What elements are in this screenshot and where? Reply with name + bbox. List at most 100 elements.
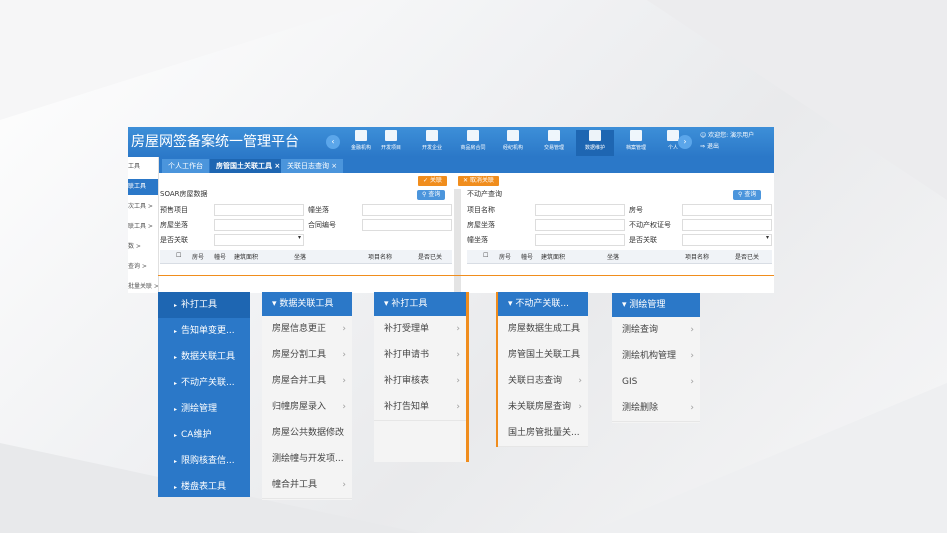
menu-header[interactable]: ▾ 补打工具 <box>374 292 466 316</box>
is-linked-select[interactable]: ▾ <box>682 234 772 246</box>
menu-item-data-link[interactable]: ▸ 数据关联工具 <box>158 344 250 370</box>
chevron-right-icon: › <box>342 376 346 386</box>
cancel-associate-button[interactable]: ✕ 取消关联 <box>458 176 499 186</box>
chevron-right-icon: › <box>578 402 582 412</box>
column-header: 幢号 <box>214 254 227 261</box>
form-row: 幢坐落 是否关联 ▾ <box>467 234 772 247</box>
building-location-input[interactable] <box>535 234 625 246</box>
presale-project-input[interactable] <box>214 204 304 216</box>
tab-workbench[interactable]: 个人工作台 <box>162 159 209 173</box>
menu-item[interactable]: 测绘幢与开发项... <box>262 446 352 473</box>
chevron-down-icon: ▾ <box>297 234 301 241</box>
field-label: 预售项目 <box>160 206 188 214</box>
menu-item[interactable]: 补打受理单 › <box>374 316 466 343</box>
sidebar-item[interactable]: 工具 <box>128 159 158 175</box>
chevron-right-icon: › <box>342 480 346 490</box>
sidebar-item[interactable]: 次工具 > <box>128 199 158 215</box>
form-row: 房屋坐落 合同编号 <box>160 219 452 232</box>
checkbox-icon[interactable]: ☐ <box>176 252 181 259</box>
module-agency[interactable]: 经纪机构 <box>494 130 532 156</box>
building-icon <box>426 130 438 141</box>
module-dev-company[interactable]: 开发企业 <box>413 130 451 156</box>
building-location-input[interactable] <box>362 204 452 216</box>
logout-icon: ⇒ <box>700 143 707 150</box>
close-icon: ✕ <box>463 177 470 184</box>
column-header: 项目名称 <box>685 254 710 261</box>
sidebar: 工具 联工具 次工具 > 联工具 > 数 > 查询 > 批量关联 > <box>128 157 159 293</box>
tab-link-log[interactable]: 关联日志查询 × <box>281 159 344 173</box>
welcome-text: 欢迎您: 演示用户 <box>708 132 755 139</box>
menu-item[interactable]: 归幢房屋录入 › <box>262 394 352 421</box>
menu-item[interactable]: 补打告知单 › <box>374 394 466 421</box>
menu-header[interactable]: ▾ 不动产关联... <box>498 292 588 316</box>
menu-item[interactable]: 测绘机构管理 › <box>612 343 700 370</box>
menu-item-reprint[interactable]: ▸ 补打工具 <box>158 292 250 318</box>
menu-item[interactable]: 未关联房屋查询 › <box>498 394 588 421</box>
is-linked-select[interactable]: ▾ <box>214 234 304 246</box>
checkbox-icon[interactable]: ☐ <box>483 252 488 259</box>
menu-item[interactable]: GIS › <box>612 369 700 396</box>
field-label: 不动产权证号 <box>629 221 671 229</box>
project-name-input[interactable] <box>535 204 625 216</box>
column-header: 项目名称 <box>368 254 393 261</box>
chevron-right-icon: › <box>456 350 460 360</box>
menu-item[interactable]: 房屋公共数据修改 <box>262 420 352 447</box>
realestate-pane: 不动产查询 ⚲ 查询 项目名称 房号 房屋坐落 不动产权证号 幢坐落 是否关联 … <box>467 189 772 293</box>
menu-item-realestate-link[interactable]: ▸ 不动产关联... <box>158 370 250 396</box>
form-row: 项目名称 房号 <box>467 204 772 217</box>
module-contract[interactable]: 商品房合同 <box>454 130 492 156</box>
menu-item-survey[interactable]: ▸ 测绘管理 <box>158 396 250 422</box>
menu-item[interactable]: 测绘删除 › <box>612 395 700 422</box>
module-trade[interactable]: 交易管理 <box>535 130 573 156</box>
menu-item[interactable]: 房屋合并工具 › <box>262 368 352 395</box>
menu-item[interactable]: 测绘查询 › <box>612 317 700 344</box>
chevron-left-icon[interactable]: ‹ <box>326 135 340 149</box>
search-button[interactable]: ⚲ 查询 <box>733 190 762 200</box>
menu-item[interactable]: 国土房管批量关... <box>498 420 588 447</box>
menu-item-ca[interactable]: ▸ CA维护 <box>158 422 250 448</box>
sidebar-item-active[interactable]: 联工具 <box>128 179 158 195</box>
tab-housing-land-link[interactable]: 房管国土关联工具 × <box>210 159 287 173</box>
contract-number-input[interactable] <box>362 219 452 231</box>
menu-item-purchase-limit[interactable]: ▸ 限购核查信... <box>158 448 250 474</box>
field-label: 幢坐落 <box>308 206 329 214</box>
house-location-input[interactable] <box>214 219 304 231</box>
module-data-maintenance[interactable]: 数据维护 <box>576 130 614 156</box>
chevron-right-icon[interactable]: › <box>678 135 692 149</box>
logout-link[interactable]: ⇒ 退出 <box>700 141 754 152</box>
house-location-input[interactable] <box>535 219 625 231</box>
sidebar-item[interactable]: 查询 > <box>128 259 158 275</box>
menu-item-building-table[interactable]: ▸ 楼盘表工具 <box>158 474 250 500</box>
chevron-right-icon: › <box>456 376 460 386</box>
scrollbar[interactable] <box>454 189 461 293</box>
chevron-right-icon: › <box>456 324 460 334</box>
room-number-input[interactable] <box>682 204 772 216</box>
menu-item[interactable]: 房屋信息更正 › <box>262 316 352 343</box>
sidebar-item[interactable]: 联工具 > <box>128 219 158 235</box>
menu-item[interactable]: 房屋分割工具 › <box>262 342 352 369</box>
menu-item-notice-change[interactable]: ▸ 告知单变更... <box>158 318 250 344</box>
data-link-menu: ▾ 数据关联工具 房屋信息更正 › 房屋分割工具 › 房屋合并工具 › 归幢房屋录入 ›… <box>262 292 352 500</box>
menu-item[interactable]: 房管国土关联工具 <box>498 342 588 369</box>
menu-item[interactable]: 补打申请书 › <box>374 342 466 369</box>
menu-item[interactable]: 关联日志查询 › <box>498 368 588 395</box>
building-icon <box>507 130 519 141</box>
column-header: 建筑面积 <box>541 254 566 261</box>
database-icon <box>589 130 601 141</box>
associate-button[interactable]: ✓ 关联 <box>418 176 447 186</box>
sidebar-item[interactable]: 数 > <box>128 239 158 255</box>
module-dev-project[interactable]: 开发项目 <box>372 130 410 156</box>
certificate-number-input[interactable] <box>682 219 772 231</box>
divider <box>158 275 774 276</box>
menu-header[interactable]: ▾ 数据关联工具 <box>262 292 352 316</box>
sidebar-item[interactable]: 批量关联 > <box>128 279 158 293</box>
module-archive[interactable]: 档案管理 <box>617 130 655 156</box>
menu-item[interactable]: 幢合并工具 › <box>262 472 352 499</box>
menu-header[interactable]: ▾ 测绘管理 <box>612 293 700 317</box>
chevron-right-icon: › <box>342 324 346 334</box>
field-label: 幢坐落 <box>467 236 488 244</box>
menu-item[interactable]: 房屋数据生成工具 <box>498 316 588 343</box>
search-button[interactable]: ⚲ 查询 <box>417 190 446 200</box>
app-window: 房屋网签备案统一管理平台 ‹ 金融机构 开发项目 开发企业 商品房合同 经纪机构… <box>128 127 774 293</box>
menu-item[interactable]: 补打审核表 › <box>374 368 466 395</box>
